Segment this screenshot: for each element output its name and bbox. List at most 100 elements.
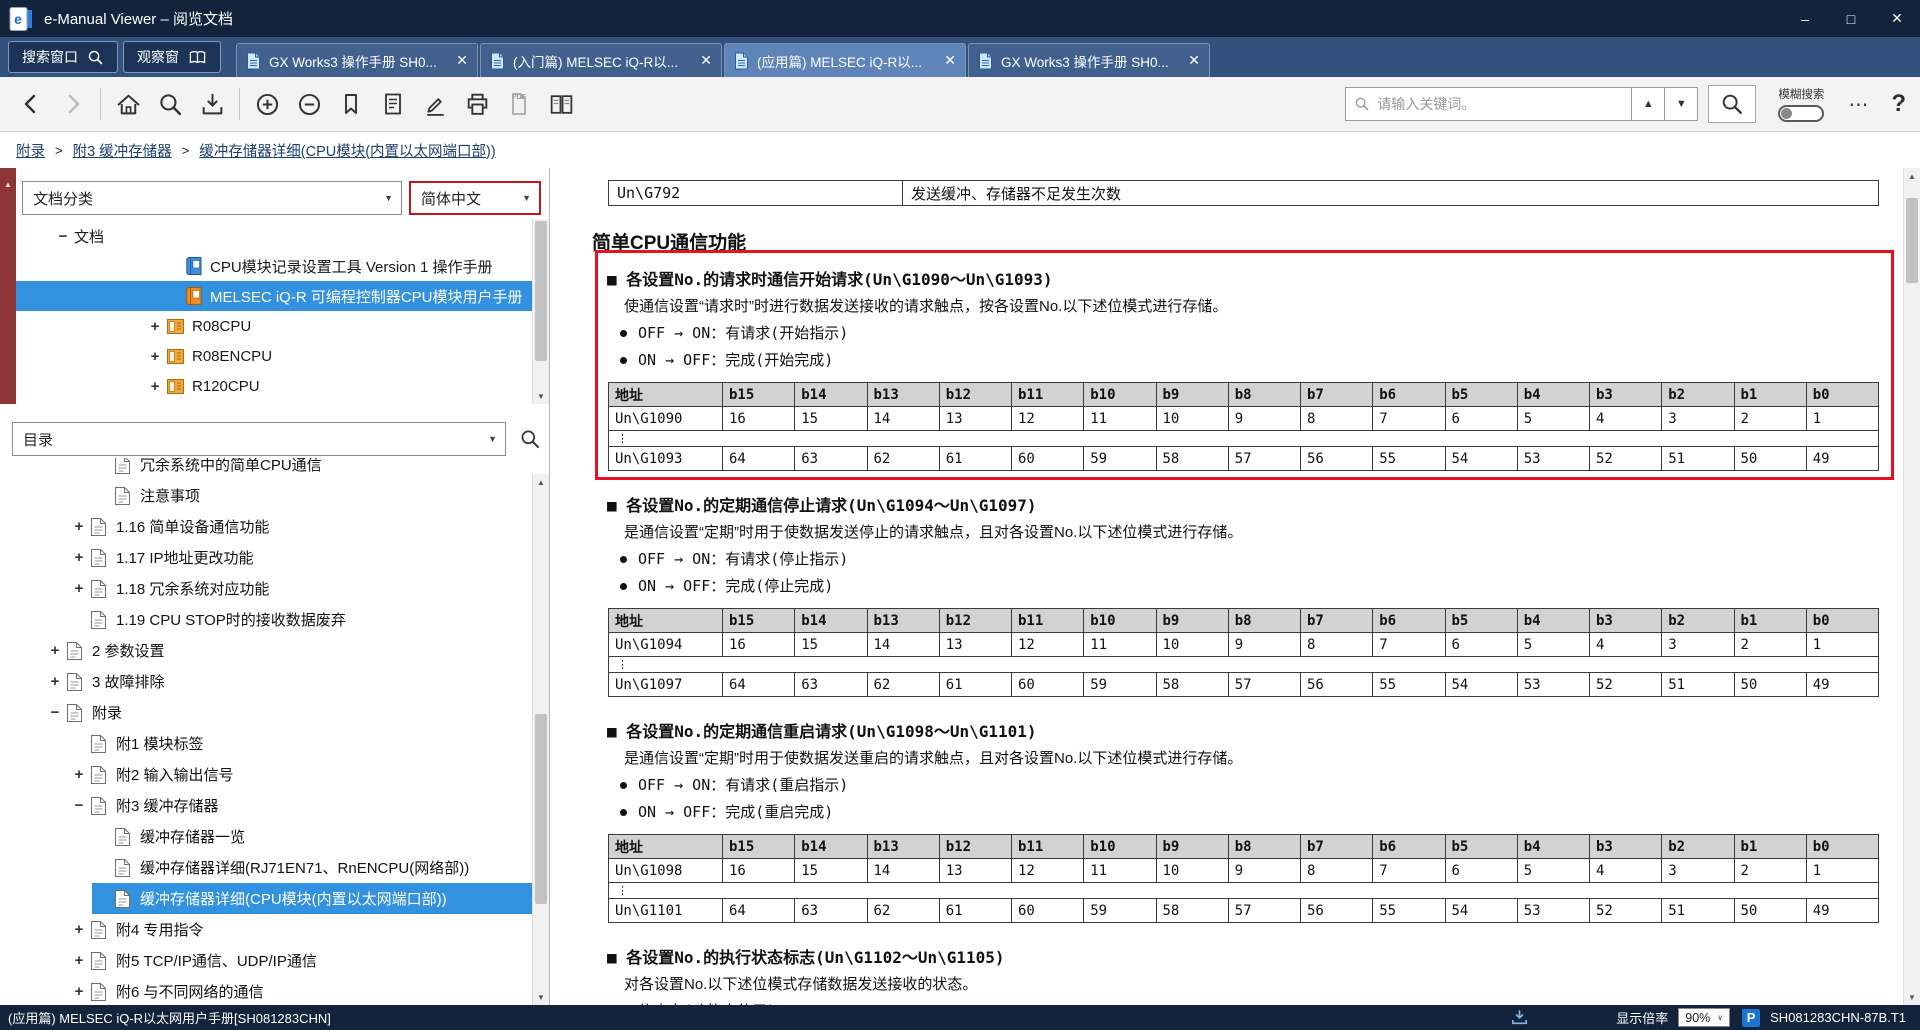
annotation-pen-button[interactable] [414, 81, 456, 127]
fuzzy-search-toggle[interactable] [1778, 105, 1824, 122]
home-button[interactable] [107, 81, 149, 127]
expand-icon[interactable]: + [144, 378, 166, 395]
toc-item[interactable]: +1.17 IP地址更改功能 [0, 542, 549, 573]
document-tab[interactable]: (入门篇) MELSEC iQ-R以...✕ [480, 43, 722, 77]
toc-item[interactable]: −附录 [0, 697, 549, 728]
tab-close-icon[interactable]: ✕ [700, 52, 712, 69]
expand-icon[interactable]: + [68, 983, 90, 1000]
expand-icon[interactable]: + [68, 549, 90, 566]
toc-item[interactable]: +1.18 冗余系统对应功能 [0, 573, 549, 604]
print-button[interactable] [456, 81, 498, 127]
close-button[interactable]: ✕ [1874, 0, 1920, 37]
toc-item[interactable]: +附5 TCP/IP通信、UDP/IP通信 [0, 945, 549, 976]
scroll-down-icon[interactable]: ▼ [533, 388, 549, 404]
search-window-button[interactable]: 搜索窗口 [8, 41, 118, 73]
toc-search-button[interactable] [512, 422, 548, 456]
document-tree-item[interactable]: +R08CPU [16, 311, 532, 341]
document-tab[interactable]: GX Works3 操作手册 SH0...✕ [236, 43, 478, 77]
bit-table-header-cell: b8 [1228, 609, 1300, 633]
bookmark-button[interactable] [330, 81, 372, 127]
collapse-icon[interactable]: − [68, 797, 90, 814]
forward-button[interactable] [52, 81, 94, 127]
watch-window-button[interactable]: 观察窗 [123, 41, 221, 73]
document-tree-item[interactable]: MELSEC iQ-R 可编程控制器CPU模块用户手册 [16, 281, 532, 311]
document-tree-item[interactable]: −文档 [16, 221, 532, 251]
help-button[interactable]: ? [1891, 90, 1906, 118]
search-next-button[interactable]: ▼ [1665, 87, 1698, 121]
address-cell: Un\G1094 [609, 633, 723, 657]
tab-close-icon[interactable]: ✕ [1188, 52, 1200, 69]
document-tree-item[interactable]: +R08ENCPU [16, 341, 532, 371]
toc-item[interactable]: +2 参数设置 [0, 635, 549, 666]
document-tree-item[interactable]: CPU模块记录设置工具 Version 1 操作手册 [16, 251, 532, 281]
toc-scrollbar[interactable]: ▲ ▼ [532, 474, 549, 1005]
expand-icon[interactable]: + [44, 642, 66, 659]
toc-item[interactable]: −附3 缓冲存储器 [0, 790, 549, 821]
document-tree-item[interactable]: +R120CPU [16, 371, 532, 401]
page-mode-badge[interactable]: P [1742, 1009, 1760, 1027]
pdf-button[interactable]: PDF [498, 81, 540, 127]
execute-search-button[interactable] [1708, 85, 1756, 123]
expand-icon[interactable]: + [144, 348, 166, 365]
scroll-up-icon[interactable]: ▲ [4, 180, 12, 404]
toc-item[interactable]: +1.16 简单设备通信功能 [0, 511, 549, 542]
scrollbar-thumb[interactable] [535, 221, 547, 361]
scrollbar-thumb[interactable] [1906, 198, 1918, 283]
document-tab[interactable]: GX Works3 操作手册 SH0...✕ [968, 43, 1210, 77]
scroll-down-icon[interactable]: ▼ [1904, 989, 1920, 1005]
minimize-button[interactable]: – [1782, 0, 1828, 37]
document-category-dropdown[interactable]: 文档分类 ▼ [22, 181, 402, 215]
expand-icon[interactable]: + [44, 673, 66, 690]
expand-icon[interactable]: + [68, 766, 90, 783]
expand-icon[interactable]: + [68, 518, 90, 535]
toc-item[interactable]: 1.19 CPU STOP时的接收数据废弃 [0, 604, 549, 635]
tab-close-icon[interactable]: ✕ [456, 52, 468, 69]
scroll-up-icon[interactable]: ▲ [1904, 168, 1920, 184]
expand-icon[interactable]: + [68, 952, 90, 969]
collapse-icon[interactable]: − [44, 704, 66, 721]
zoom-out-button[interactable] [288, 81, 330, 127]
expand-icon[interactable]: + [144, 318, 166, 335]
docked-panel-scrollbar[interactable]: ▲ [0, 168, 16, 404]
toc-item[interactable]: 缓冲存储器详细(RJ71EN71、RnENCPU(网络部)) [0, 852, 549, 883]
toc-item[interactable]: 冗余系统中的简单CPU通信 [0, 458, 549, 480]
breadcrumb-link[interactable]: 附3 缓冲存储器 [73, 140, 172, 161]
toc-item[interactable]: +附2 输入输出信号 [0, 759, 549, 790]
expand-icon[interactable]: + [68, 580, 90, 597]
scroll-down-icon[interactable]: ▼ [533, 989, 549, 1005]
toc-item[interactable]: +附6 与不同网络的通信 [0, 976, 549, 1005]
scroll-up-icon[interactable]: ▲ [533, 474, 549, 490]
keyword-search-input[interactable] [1377, 96, 1623, 112]
back-button[interactable] [10, 81, 52, 127]
bit-value-cell: 2 [1734, 859, 1806, 883]
bit-value-cell: 54 [1445, 673, 1517, 697]
breadcrumb-link[interactable]: 附录 [16, 140, 45, 161]
document-tree-scrollbar[interactable]: ▼ [532, 219, 549, 404]
maximize-button[interactable]: □ [1828, 0, 1874, 37]
collapse-icon[interactable]: − [52, 228, 74, 245]
split-view-button[interactable] [540, 81, 582, 127]
breadcrumb-link[interactable]: 缓冲存储器详细(CPU模块(内置以太网端口部)) [199, 140, 495, 161]
zoom-level-dropdown[interactable]: 90% ∨ [1678, 1008, 1730, 1027]
toc-dropdown[interactable]: 目录 ▼ [12, 422, 506, 456]
toc-item[interactable]: 注意事项 [0, 480, 549, 511]
toc-item[interactable]: 缓冲存储器详细(CPU模块(内置以太网端口部)) [0, 883, 549, 914]
content-scrollbar[interactable]: ▲ ▼ [1903, 168, 1920, 1005]
language-dropdown[interactable]: 简体中文 ▼ [409, 181, 541, 215]
zoom-in-button[interactable] [246, 81, 288, 127]
toc-item-inner: +附4 专用指令 [68, 914, 549, 945]
toc-item[interactable]: 附1 模块标签 [0, 728, 549, 759]
scrollbar-thumb[interactable] [535, 714, 547, 904]
expand-icon[interactable]: + [68, 921, 90, 938]
toc-item[interactable]: +附4 专用指令 [0, 914, 549, 945]
more-options-button[interactable]: ⋯ [1848, 92, 1869, 117]
toc-item[interactable]: 缓冲存储器一览 [0, 821, 549, 852]
toc-item[interactable]: +3 故障排除 [0, 666, 549, 697]
document-tab[interactable]: (应用篇) MELSEC iQ-R以...✕ [724, 43, 966, 77]
download-button[interactable] [191, 81, 233, 127]
bit-value-cell: 5 [1517, 633, 1589, 657]
search-previous-button[interactable]: ▲ [1632, 87, 1665, 121]
memo-button[interactable] [372, 81, 414, 127]
tab-close-icon[interactable]: ✕ [944, 52, 956, 69]
search-button[interactable] [149, 81, 191, 127]
